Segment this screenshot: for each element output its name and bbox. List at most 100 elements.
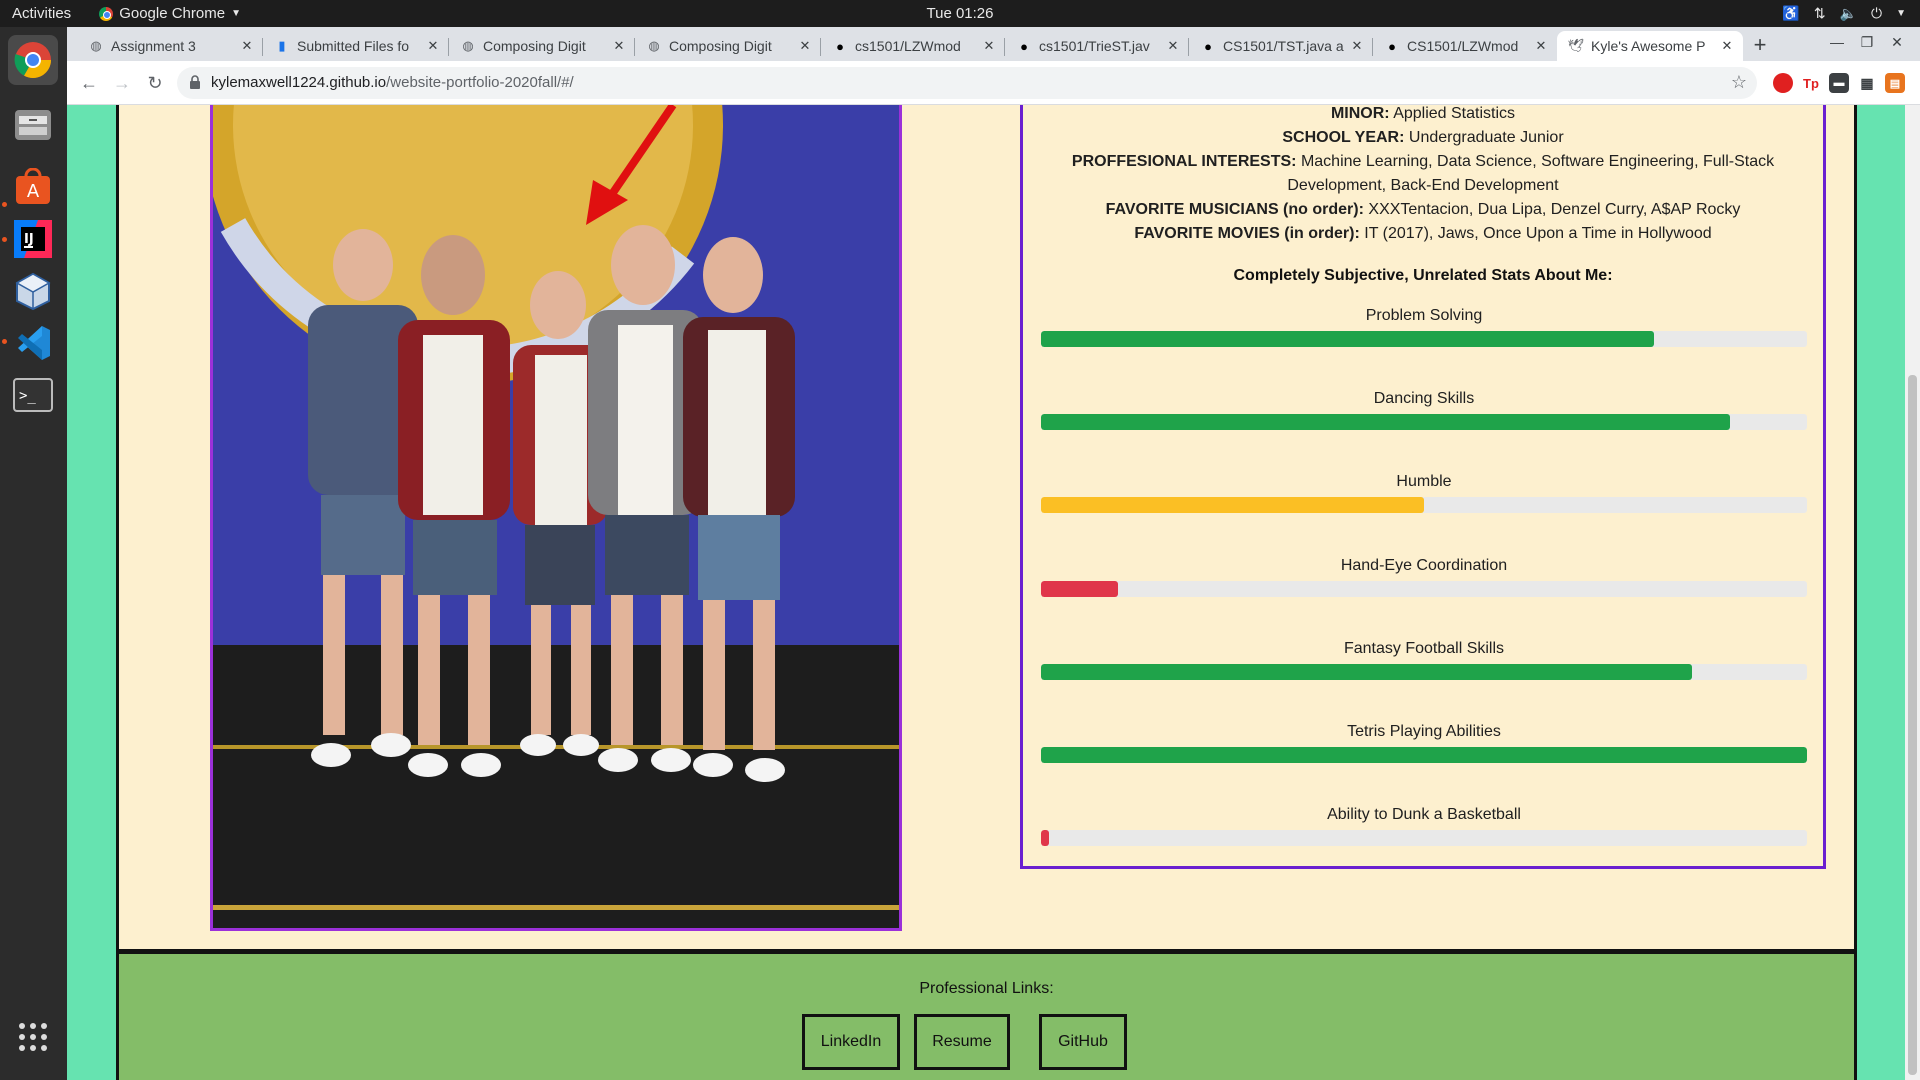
scrollbar-thumb[interactable] bbox=[1908, 375, 1917, 1075]
volume-icon[interactable]: 🔈 bbox=[1840, 5, 1857, 22]
new-tab-button[interactable]: + bbox=[1747, 33, 1773, 59]
tp-extension-icon[interactable]: Tp bbox=[1801, 73, 1821, 93]
dock-virtualbox[interactable] bbox=[8, 266, 58, 316]
close-icon[interactable]: ✕ bbox=[425, 38, 441, 54]
browser-toolbar: ← → ↻ kylemaxwell1224.github.io/website-… bbox=[67, 61, 1920, 105]
dock: A IJ >_ bbox=[0, 27, 67, 1080]
forward-button[interactable]: → bbox=[108, 69, 136, 97]
tab-title: CS1501/TST.java a bbox=[1223, 38, 1344, 54]
resume-button[interactable]: Resume bbox=[914, 1014, 1010, 1070]
tab[interactable]: ● CS1501/LZWmod ✕ bbox=[1373, 31, 1557, 61]
chrome-window: ◍ Assignment 3 ✕ ▮ Submitted Files fo ✕ … bbox=[67, 27, 1920, 1080]
tab-title: cs1501/TrieST.jav bbox=[1039, 38, 1150, 54]
tab[interactable]: ◍ Assignment 3 ✕ bbox=[77, 31, 263, 61]
off-extension-icon[interactable]: ▤ bbox=[1885, 73, 1905, 93]
group-photo-image bbox=[213, 105, 899, 928]
chrome-icon bbox=[99, 6, 114, 21]
software-center-icon: A bbox=[16, 168, 50, 204]
back-button[interactable]: ← bbox=[75, 69, 103, 97]
app-menu-label: Google Chrome bbox=[119, 5, 226, 22]
svg-text:>_: >_ bbox=[19, 388, 36, 404]
url-path: /website-portfolio-2020fall/#/ bbox=[386, 74, 574, 91]
close-icon[interactable]: ✕ bbox=[1349, 38, 1365, 54]
bookmark-star-icon[interactable]: ☆ bbox=[1731, 72, 1747, 93]
extension-icon[interactable]: ▬ bbox=[1829, 73, 1849, 93]
info-label: FAVORITE MOVIES (in order): bbox=[1134, 225, 1360, 242]
dock-chrome[interactable] bbox=[8, 35, 58, 85]
info-label: FAVORITE MUSICIANS (no order): bbox=[1105, 201, 1364, 218]
dock-terminal[interactable]: >_ bbox=[8, 370, 58, 420]
linkedin-button[interactable]: LinkedIn bbox=[802, 1014, 900, 1070]
github-icon: ● bbox=[1388, 38, 1396, 54]
close-icon[interactable]: ✕ bbox=[611, 38, 627, 54]
page-viewport: MINOR: Applied Statistics SCHOOL YEAR: U… bbox=[67, 105, 1920, 1080]
adblock-icon[interactable] bbox=[1773, 73, 1793, 93]
app-menu[interactable]: Google Chrome ▼ bbox=[99, 5, 241, 22]
system-tray[interactable]: ♿ ⇅ 🔈 ⏻ ▼ bbox=[1782, 0, 1906, 27]
page-scrollbar[interactable] bbox=[1905, 105, 1920, 1080]
progress-fill bbox=[1041, 497, 1424, 513]
stat-label: Ability to Dunk a Basketball bbox=[1327, 806, 1521, 823]
running-indicator bbox=[2, 237, 7, 242]
svg-text:A: A bbox=[27, 181, 40, 202]
bird-icon: 🕊 bbox=[1567, 38, 1585, 53]
dock-software[interactable]: A bbox=[8, 162, 58, 212]
caret-down-icon: ▼ bbox=[231, 8, 241, 19]
network-icon[interactable]: ⇅ bbox=[1814, 5, 1826, 22]
progress-fill bbox=[1041, 747, 1807, 763]
stat-label: Problem Solving bbox=[1365, 307, 1483, 324]
stats-heading: Completely Subjective, Unrelated Stats A… bbox=[1233, 267, 1613, 284]
dock-intellij[interactable]: IJ bbox=[8, 214, 58, 264]
tab-active[interactable]: 🕊 Kyle's Awesome P ✕ bbox=[1557, 31, 1743, 61]
github-icon: ● bbox=[836, 38, 844, 54]
stat-label: Tetris Playing Abilities bbox=[1347, 723, 1501, 740]
show-applications-button[interactable] bbox=[8, 1012, 58, 1062]
progress-track bbox=[1041, 747, 1807, 763]
progress-fill bbox=[1041, 331, 1654, 347]
footer: Professional Links: LinkedIn Resume GitH… bbox=[119, 949, 1854, 1080]
restore-button[interactable]: ❐ bbox=[1857, 34, 1877, 51]
tab[interactable]: ▮ Submitted Files fo ✕ bbox=[263, 31, 449, 61]
tab-title: Kyle's Awesome P bbox=[1591, 38, 1706, 54]
power-icon[interactable]: ⏻ bbox=[1871, 5, 1882, 22]
chevron-down-icon[interactable]: ▼ bbox=[1896, 8, 1906, 19]
tab[interactable]: ● cs1501/TrieST.jav ✕ bbox=[1005, 31, 1189, 61]
qr-icon[interactable]: ▦ bbox=[1857, 73, 1877, 93]
close-icon[interactable]: ✕ bbox=[1165, 38, 1181, 54]
progress-track bbox=[1041, 830, 1807, 846]
progress-track bbox=[1041, 581, 1807, 597]
progress-fill bbox=[1041, 664, 1693, 680]
progress-track bbox=[1041, 331, 1807, 347]
accessibility-icon[interactable]: ♿ bbox=[1782, 5, 1799, 22]
close-icon[interactable]: ✕ bbox=[797, 38, 813, 54]
close-window-button[interactable]: ✕ bbox=[1887, 34, 1907, 51]
tab[interactable]: ◍ Composing Digit ✕ bbox=[635, 31, 821, 61]
reload-button[interactable]: ↻ bbox=[141, 69, 169, 97]
tab[interactable]: ◍ Composing Digit ✕ bbox=[449, 31, 635, 61]
portfolio-page: MINOR: Applied Statistics SCHOOL YEAR: U… bbox=[116, 105, 1857, 1080]
stat-label: Dancing Skills bbox=[1373, 390, 1475, 407]
info-label: PROFFESIONAL INTERESTS: bbox=[1071, 153, 1297, 170]
progress-track bbox=[1041, 497, 1807, 513]
running-indicator bbox=[2, 339, 7, 344]
address-bar[interactable]: kylemaxwell1224.github.io/website-portfo… bbox=[177, 67, 1757, 99]
close-icon[interactable]: ✕ bbox=[981, 38, 997, 54]
close-icon[interactable]: ✕ bbox=[1533, 38, 1549, 54]
dock-files[interactable] bbox=[8, 99, 58, 149]
info-value: Development, Back-End Development bbox=[1287, 177, 1559, 194]
progress-fill bbox=[1041, 414, 1731, 430]
close-icon[interactable]: ✕ bbox=[1719, 38, 1735, 54]
file-cabinet-icon bbox=[15, 110, 51, 140]
activities-button[interactable]: Activities bbox=[12, 5, 71, 22]
tab[interactable]: ● cs1501/LZWmod ✕ bbox=[821, 31, 1005, 61]
github-button[interactable]: GitHub bbox=[1039, 1014, 1127, 1070]
close-icon[interactable]: ✕ bbox=[239, 38, 255, 54]
clock[interactable]: Tue 01:26 bbox=[0, 5, 1920, 22]
tab[interactable]: ● CS1501/TST.java a ✕ bbox=[1189, 31, 1373, 61]
minimize-button[interactable]: — bbox=[1827, 34, 1847, 50]
intellij-icon: IJ bbox=[14, 220, 52, 258]
dock-vscode[interactable] bbox=[8, 318, 58, 368]
github-icon: ● bbox=[1204, 38, 1212, 54]
tab-title: Composing Digit bbox=[669, 38, 772, 54]
url-text: kylemaxwell1224.github.io/website-portfo… bbox=[211, 74, 574, 91]
